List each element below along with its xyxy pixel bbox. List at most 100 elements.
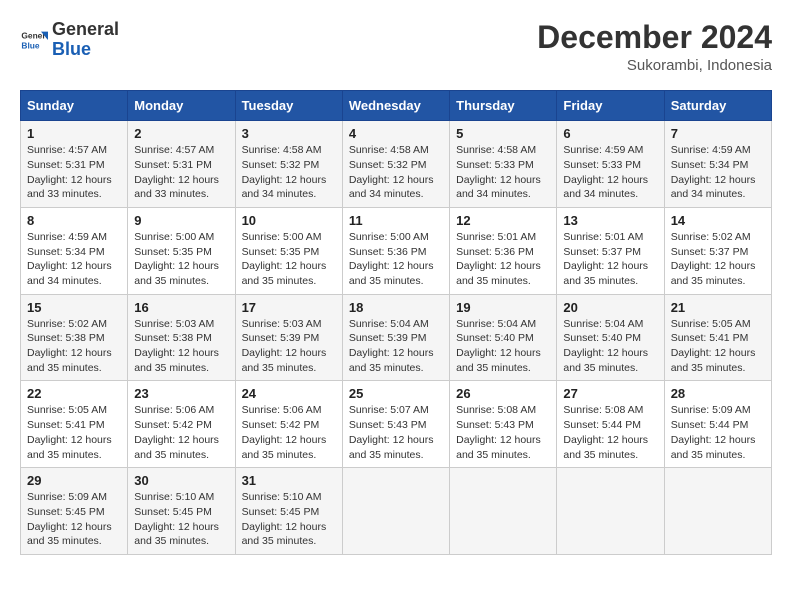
calendar-cell: 15 Sunrise: 5:02 AMSunset: 5:38 PMDaylig… (21, 294, 128, 381)
day-info: Sunrise: 5:10 AMSunset: 5:45 PMDaylight:… (242, 491, 327, 547)
day-number: 17 (242, 300, 336, 315)
day-number: 24 (242, 386, 336, 401)
day-number: 16 (134, 300, 228, 315)
day-number: 20 (563, 300, 657, 315)
day-info: Sunrise: 5:08 AMSunset: 5:44 PMDaylight:… (563, 404, 648, 460)
day-number: 23 (134, 386, 228, 401)
calendar-cell (664, 468, 771, 555)
day-info: Sunrise: 5:02 AMSunset: 5:38 PMDaylight:… (27, 318, 112, 374)
day-number: 29 (27, 473, 121, 488)
title-block: December 2024 Sukorambi, Indonesia (537, 20, 772, 74)
day-info: Sunrise: 4:58 AMSunset: 5:32 PMDaylight:… (242, 144, 327, 200)
day-info: Sunrise: 5:09 AMSunset: 5:44 PMDaylight:… (671, 404, 756, 460)
calendar-cell: 21 Sunrise: 5:05 AMSunset: 5:41 PMDaylig… (664, 294, 771, 381)
calendar-cell: 2 Sunrise: 4:57 AMSunset: 5:31 PMDayligh… (128, 121, 235, 208)
day-info: Sunrise: 5:01 AMSunset: 5:36 PMDaylight:… (456, 231, 541, 287)
calendar-cell: 4 Sunrise: 4:58 AMSunset: 5:32 PMDayligh… (342, 121, 449, 208)
day-number: 10 (242, 213, 336, 228)
calendar-cell: 31 Sunrise: 5:10 AMSunset: 5:45 PMDaylig… (235, 468, 342, 555)
page-header: General Blue GeneralBlue December 2024 S… (20, 20, 772, 74)
col-monday: Monday (128, 91, 235, 121)
day-number: 11 (349, 213, 443, 228)
day-number: 6 (563, 126, 657, 141)
day-number: 9 (134, 213, 228, 228)
calendar-cell: 3 Sunrise: 4:58 AMSunset: 5:32 PMDayligh… (235, 121, 342, 208)
calendar-cell (557, 468, 664, 555)
logo-icon: General Blue (20, 26, 48, 54)
day-number: 14 (671, 213, 765, 228)
col-saturday: Saturday (664, 91, 771, 121)
calendar-week-1: 1 Sunrise: 4:57 AMSunset: 5:31 PMDayligh… (21, 121, 772, 208)
calendar-cell: 22 Sunrise: 5:05 AMSunset: 5:41 PMDaylig… (21, 381, 128, 468)
day-number: 26 (456, 386, 550, 401)
calendar-cell: 11 Sunrise: 5:00 AMSunset: 5:36 PMDaylig… (342, 207, 449, 294)
calendar-cell: 23 Sunrise: 5:06 AMSunset: 5:42 PMDaylig… (128, 381, 235, 468)
col-tuesday: Tuesday (235, 91, 342, 121)
day-number: 13 (563, 213, 657, 228)
calendar-week-2: 8 Sunrise: 4:59 AMSunset: 5:34 PMDayligh… (21, 207, 772, 294)
col-sunday: Sunday (21, 91, 128, 121)
day-number: 27 (563, 386, 657, 401)
day-info: Sunrise: 4:58 AMSunset: 5:32 PMDaylight:… (349, 144, 434, 200)
day-number: 1 (27, 126, 121, 141)
calendar-week-3: 15 Sunrise: 5:02 AMSunset: 5:38 PMDaylig… (21, 294, 772, 381)
day-info: Sunrise: 4:58 AMSunset: 5:33 PMDaylight:… (456, 144, 541, 200)
calendar-cell: 30 Sunrise: 5:10 AMSunset: 5:45 PMDaylig… (128, 468, 235, 555)
header-row: Sunday Monday Tuesday Wednesday Thursday… (21, 91, 772, 121)
day-number: 4 (349, 126, 443, 141)
day-number: 7 (671, 126, 765, 141)
calendar-cell: 19 Sunrise: 5:04 AMSunset: 5:40 PMDaylig… (450, 294, 557, 381)
calendar-cell: 28 Sunrise: 5:09 AMSunset: 5:44 PMDaylig… (664, 381, 771, 468)
day-info: Sunrise: 5:00 AMSunset: 5:35 PMDaylight:… (134, 231, 219, 287)
day-number: 22 (27, 386, 121, 401)
day-info: Sunrise: 5:04 AMSunset: 5:40 PMDaylight:… (456, 318, 541, 374)
day-info: Sunrise: 5:05 AMSunset: 5:41 PMDaylight:… (671, 318, 756, 374)
calendar-table: Sunday Monday Tuesday Wednesday Thursday… (20, 90, 772, 555)
calendar-cell: 13 Sunrise: 5:01 AMSunset: 5:37 PMDaylig… (557, 207, 664, 294)
day-number: 15 (27, 300, 121, 315)
day-number: 5 (456, 126, 550, 141)
calendar-cell: 1 Sunrise: 4:57 AMSunset: 5:31 PMDayligh… (21, 121, 128, 208)
day-number: 25 (349, 386, 443, 401)
calendar-cell: 17 Sunrise: 5:03 AMSunset: 5:39 PMDaylig… (235, 294, 342, 381)
calendar-cell: 10 Sunrise: 5:00 AMSunset: 5:35 PMDaylig… (235, 207, 342, 294)
calendar-cell (450, 468, 557, 555)
day-info: Sunrise: 5:03 AMSunset: 5:39 PMDaylight:… (242, 318, 327, 374)
day-info: Sunrise: 5:07 AMSunset: 5:43 PMDaylight:… (349, 404, 434, 460)
day-number: 31 (242, 473, 336, 488)
day-info: Sunrise: 4:57 AMSunset: 5:31 PMDaylight:… (134, 144, 219, 200)
day-info: Sunrise: 5:09 AMSunset: 5:45 PMDaylight:… (27, 491, 112, 547)
calendar-cell: 6 Sunrise: 4:59 AMSunset: 5:33 PMDayligh… (557, 121, 664, 208)
calendar-cell: 8 Sunrise: 4:59 AMSunset: 5:34 PMDayligh… (21, 207, 128, 294)
calendar-cell: 26 Sunrise: 5:08 AMSunset: 5:43 PMDaylig… (450, 381, 557, 468)
day-info: Sunrise: 5:08 AMSunset: 5:43 PMDaylight:… (456, 404, 541, 460)
day-number: 18 (349, 300, 443, 315)
day-info: Sunrise: 5:06 AMSunset: 5:42 PMDaylight:… (134, 404, 219, 460)
day-number: 21 (671, 300, 765, 315)
calendar-cell: 12 Sunrise: 5:01 AMSunset: 5:36 PMDaylig… (450, 207, 557, 294)
calendar-cell: 27 Sunrise: 5:08 AMSunset: 5:44 PMDaylig… (557, 381, 664, 468)
calendar-cell: 29 Sunrise: 5:09 AMSunset: 5:45 PMDaylig… (21, 468, 128, 555)
calendar-cell: 25 Sunrise: 5:07 AMSunset: 5:43 PMDaylig… (342, 381, 449, 468)
calendar-cell: 9 Sunrise: 5:00 AMSunset: 5:35 PMDayligh… (128, 207, 235, 294)
day-info: Sunrise: 5:10 AMSunset: 5:45 PMDaylight:… (134, 491, 219, 547)
day-info: Sunrise: 5:01 AMSunset: 5:37 PMDaylight:… (563, 231, 648, 287)
day-info: Sunrise: 5:00 AMSunset: 5:35 PMDaylight:… (242, 231, 327, 287)
calendar-cell: 18 Sunrise: 5:04 AMSunset: 5:39 PMDaylig… (342, 294, 449, 381)
day-info: Sunrise: 4:59 AMSunset: 5:33 PMDaylight:… (563, 144, 648, 200)
day-info: Sunrise: 5:06 AMSunset: 5:42 PMDaylight:… (242, 404, 327, 460)
day-info: Sunrise: 5:00 AMSunset: 5:36 PMDaylight:… (349, 231, 434, 287)
calendar-cell: 5 Sunrise: 4:58 AMSunset: 5:33 PMDayligh… (450, 121, 557, 208)
calendar-week-4: 22 Sunrise: 5:05 AMSunset: 5:41 PMDaylig… (21, 381, 772, 468)
col-friday: Friday (557, 91, 664, 121)
day-number: 3 (242, 126, 336, 141)
calendar-week-5: 29 Sunrise: 5:09 AMSunset: 5:45 PMDaylig… (21, 468, 772, 555)
svg-text:Blue: Blue (21, 40, 39, 50)
day-info: Sunrise: 4:59 AMSunset: 5:34 PMDaylight:… (671, 144, 756, 200)
calendar-cell: 16 Sunrise: 5:03 AMSunset: 5:38 PMDaylig… (128, 294, 235, 381)
day-info: Sunrise: 5:04 AMSunset: 5:39 PMDaylight:… (349, 318, 434, 374)
location: Sukorambi, Indonesia (537, 57, 772, 74)
day-info: Sunrise: 5:03 AMSunset: 5:38 PMDaylight:… (134, 318, 219, 374)
col-thursday: Thursday (450, 91, 557, 121)
calendar-cell: 24 Sunrise: 5:06 AMSunset: 5:42 PMDaylig… (235, 381, 342, 468)
